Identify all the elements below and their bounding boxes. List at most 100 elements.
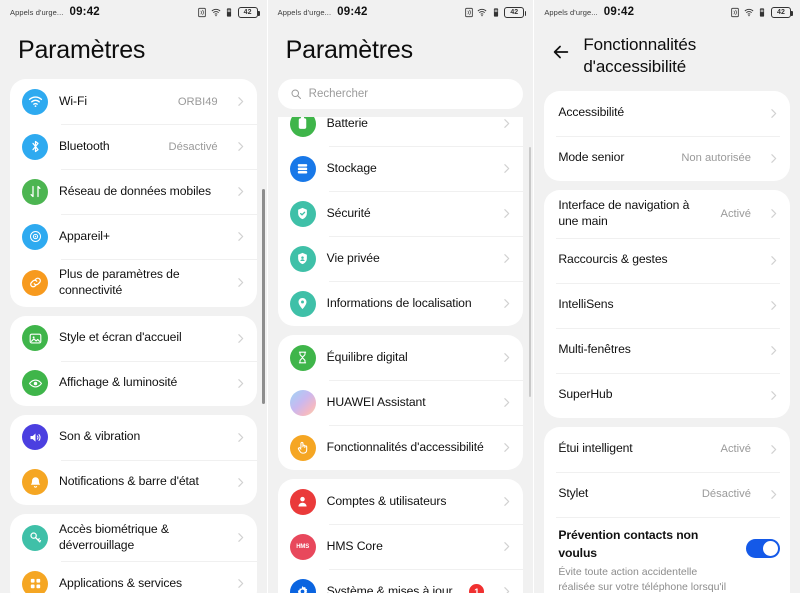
- list-item[interactable]: Mode senior Non autorisée: [544, 135, 790, 181]
- list-item-label: Sécurité: [326, 205, 371, 220]
- page-header: Fonctionnalités d'accessibilité: [534, 24, 800, 91]
- list-item-value: Désactivé: [701, 488, 751, 501]
- chevron-right-icon: [504, 299, 510, 308]
- list-item[interactable]: HUAWEI Assistant: [278, 380, 524, 425]
- settings-list-3[interactable]: Accessibilité Mode senior Non autorisée …: [534, 90, 800, 593]
- battery-icon: 42: [504, 6, 527, 18]
- list-item[interactable]: Informations de localisation: [278, 281, 524, 326]
- list-item[interactable]: Applications & services: [10, 561, 257, 593]
- list-item-with-toggle[interactable]: Prévention contacts non voulus Évite tou…: [544, 516, 790, 593]
- list-item-value: Activé: [720, 443, 751, 456]
- list-item[interactable]: Étui intelligent Activé: [544, 427, 790, 472]
- settings-group-accessibility: Accessibilité Mode senior Non autorisée: [544, 90, 790, 181]
- bell-icon: [22, 469, 48, 496]
- list-item[interactable]: Batterie: [278, 117, 524, 146]
- list-item[interactable]: Appareil+: [10, 214, 257, 259]
- chevron-right-icon: [771, 489, 777, 499]
- page-title: Paramètres: [18, 36, 146, 64]
- search-icon: [291, 89, 301, 99]
- list-item[interactable]: Affichage & luminosité: [10, 360, 257, 406]
- list-item-label: IntelliSens: [558, 297, 614, 312]
- list-item[interactable]: IntelliSens: [544, 282, 790, 328]
- nfc-icon: [465, 7, 473, 17]
- status-badge: 1: [469, 584, 485, 593]
- list-item[interactable]: Accès biométrique & déverrouillage: [10, 514, 257, 562]
- list-item-label: SuperHub: [558, 387, 613, 402]
- list-item[interactable]: SuperHub: [544, 372, 790, 418]
- settings-group-accessories: Étui intelligent Activé Stylet Désactivé…: [544, 426, 790, 593]
- list-item[interactable]: Stylet Désactivé: [544, 471, 790, 517]
- wallpaper-icon: [22, 325, 48, 352]
- list-item-label: Bluetooth: [59, 138, 110, 153]
- carrier-label: Appels d'urge...: [10, 7, 64, 17]
- chevron-right-icon: [771, 390, 777, 400]
- chevron-right-icon: [504, 542, 510, 551]
- hourglass-icon: [289, 344, 316, 371]
- list-item[interactable]: Équilibre digital: [278, 335, 524, 380]
- list-item[interactable]: Réseau de données mobiles: [10, 169, 257, 214]
- list-item-label: HMS Core: [326, 538, 383, 553]
- list-item-value: ORBI49: [177, 95, 218, 108]
- list-item[interactable]: Son & vibration: [10, 415, 257, 460]
- battery-icon: 42: [770, 6, 793, 18]
- scrollbar-thumb[interactable]: [262, 189, 265, 404]
- list-item[interactable]: Style et écran d'accueil: [10, 316, 257, 361]
- list-item[interactable]: Raccourcis & gestes: [544, 237, 790, 283]
- chevron-right-icon: [237, 579, 243, 589]
- list-item[interactable]: Wi-Fi ORBI49: [10, 79, 257, 124]
- battery-percent: 42: [243, 8, 252, 16]
- privacy-shield-icon: [289, 245, 316, 272]
- nfc-icon: [731, 7, 740, 17]
- back-arrow-icon[interactable]: [550, 41, 572, 63]
- hms-label: HMS: [296, 543, 310, 550]
- list-item[interactable]: Fonctionnalités d'accessibilité: [278, 425, 524, 470]
- list-item-value: Activé: [720, 207, 751, 220]
- wifi-icon: [22, 88, 48, 115]
- list-item-value: Désactivé: [168, 140, 218, 153]
- list-item[interactable]: Plus de paramètres de connectivité: [10, 259, 257, 307]
- list-item[interactable]: HMS HMS Core: [278, 524, 524, 569]
- list-item-label: Mode senior: [558, 150, 625, 165]
- chevron-right-icon: [504, 398, 510, 407]
- list-item[interactable]: Accessibilité: [544, 91, 790, 136]
- list-item-label: Accès biométrique & déverrouillage: [59, 521, 169, 552]
- shield-check-icon: [289, 200, 316, 227]
- wifi-icon: [477, 8, 487, 16]
- list-item-label: Applications & services: [59, 576, 183, 590]
- settings-list-1[interactable]: Wi-Fi ORBI49 Bluetooth Désactivé Réseau …: [0, 79, 267, 593]
- screen-settings-main: Appels d'urge... 09:42 42 Paramètres Wi-…: [0, 0, 267, 593]
- status-icons: 42: [730, 6, 793, 18]
- list-item[interactable]: Multi-fenêtres: [544, 327, 790, 373]
- status-bar: Appels d'urge... 09:42 42: [534, 0, 800, 24]
- list-item[interactable]: Sécurité: [278, 191, 524, 236]
- apps-grid-icon: [22, 570, 48, 593]
- search-placeholder: Rechercher: [308, 88, 369, 100]
- speaker-icon: [22, 424, 48, 451]
- list-item[interactable]: Vie privée: [278, 236, 524, 281]
- settings-group-connectivity: Wi-Fi ORBI49 Bluetooth Désactivé Réseau …: [10, 79, 257, 307]
- list-item-label: Accessibilité: [558, 105, 625, 120]
- list-item[interactable]: Interface de navigation à une main Activ…: [544, 190, 790, 238]
- list-item-label: HUAWEI Assistant: [326, 394, 426, 409]
- scrollbar-thumb[interactable]: [528, 147, 532, 397]
- list-item[interactable]: Stockage: [278, 146, 524, 191]
- bluetooth-icon: [22, 133, 48, 160]
- search-input[interactable]: Rechercher: [277, 79, 524, 109]
- list-item[interactable]: Comptes & utilisateurs: [278, 479, 524, 524]
- wifi-icon: [744, 8, 754, 16]
- accessibility-hand-icon: [289, 434, 316, 461]
- list-item[interactable]: Notifications & barre d'état: [10, 459, 257, 505]
- link-icon: [22, 269, 48, 296]
- status-icons: 42: [464, 6, 527, 18]
- list-item-label: Plus de paramètres de connectivité: [59, 267, 180, 297]
- toggle-description: Évite toute action accidentelle réalisée…: [558, 565, 727, 593]
- list-item-label: Informations de localisation: [326, 295, 472, 310]
- accidental-touch-toggle[interactable]: [745, 538, 780, 558]
- screen-settings-scrolled: Appels d'urge... 09:42 42 Paramètres Rec…: [266, 0, 534, 593]
- list-item[interactable]: Système & mises à jour 1: [278, 569, 524, 593]
- list-item-label: Stylet: [558, 486, 589, 501]
- chevron-right-icon: [771, 345, 777, 355]
- chevron-right-icon: [504, 443, 510, 452]
- settings-list-2[interactable]: Batterie Stockage Sécurité Vie privée In…: [268, 117, 534, 593]
- list-item[interactable]: Bluetooth Désactivé: [10, 124, 257, 169]
